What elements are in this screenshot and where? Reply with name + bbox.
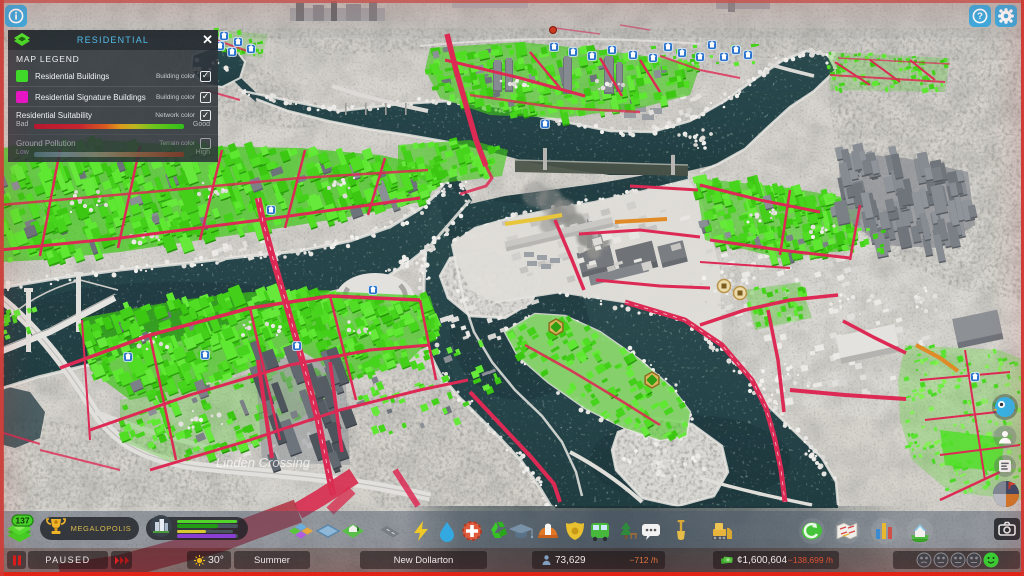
svg-text:137: 137 (15, 516, 29, 526)
svg-text:Linden Crossing: Linden Crossing (216, 455, 311, 470)
svg-text:?: ? (977, 11, 983, 22)
